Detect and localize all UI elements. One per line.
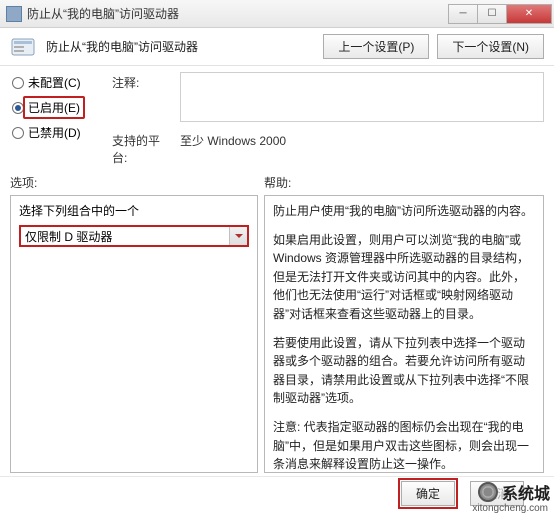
- config-area: 未配置(C) 已启用(E) 已禁用(D) 注释: 支持的平台: 至少 Windo…: [0, 68, 554, 166]
- help-paragraph: 注意: 代表指定驱动器的图标仍会出现在“我的电脑”中，但是如果用户双击这些图标，…: [273, 418, 535, 473]
- next-setting-button[interactable]: 下一个设置(N): [437, 34, 544, 59]
- state-radio-group: 未配置(C) 已启用(E) 已禁用(D): [12, 72, 102, 166]
- minimize-button[interactable]: ─: [448, 4, 478, 24]
- comment-textarea[interactable]: [180, 72, 544, 122]
- options-panel: 选择下列组合中的一个 仅限制 D 驱动器: [10, 195, 258, 473]
- footer: 确定 取消 应用(A): [0, 476, 554, 510]
- radio-disabled[interactable]: 已禁用(D): [12, 124, 102, 141]
- panel-headers: 选项: 帮助:: [0, 166, 554, 193]
- help-paragraph: 若要使用此设置，请从下拉列表中选择一个驱动器或多个驱动器的组合。若要允许访问所有…: [273, 334, 535, 408]
- header-row: 防止从“我的电脑”访问驱动器 上一个设置(P) 下一个设置(N): [0, 28, 554, 63]
- window-icon: [6, 6, 22, 22]
- maximize-button[interactable]: ☐: [477, 4, 507, 24]
- ok-button[interactable]: 确定: [401, 481, 455, 506]
- options-header: 选项:: [10, 174, 264, 191]
- prev-setting-button[interactable]: 上一个设置(P): [323, 34, 429, 59]
- divider: [0, 65, 554, 66]
- policy-icon: [10, 35, 38, 59]
- radio-label: 未配置(C): [28, 74, 81, 91]
- select-label: 选择下列组合中的一个: [19, 202, 249, 219]
- radio-icon: [12, 127, 24, 139]
- policy-title: 防止从“我的电脑”访问驱动器: [46, 38, 315, 55]
- radio-label: 已禁用(D): [28, 124, 81, 141]
- title-bar: 防止从“我的电脑”访问驱动器 ─ ☐ ✕: [0, 0, 554, 28]
- radio-enabled[interactable]: 已启用(E): [12, 99, 102, 116]
- platform-label: 支持的平台:: [112, 130, 172, 166]
- help-paragraph: 如果启用此设置，则用户可以浏览“我的电脑”或 Windows 资源管理器中所选驱…: [273, 231, 535, 324]
- help-paragraph: 防止用户使用“我的电脑”访问所选驱动器的内容。: [273, 202, 535, 221]
- radio-label: 已启用(E): [28, 99, 80, 116]
- radio-unconfigured[interactable]: 未配置(C): [12, 74, 102, 91]
- close-button[interactable]: ✕: [506, 4, 552, 24]
- comment-label: 注释:: [112, 72, 172, 122]
- help-panel: 防止用户使用“我的电脑”访问所选驱动器的内容。 如果启用此设置，则用户可以浏览“…: [264, 195, 544, 473]
- platform-value: 至少 Windows 2000: [180, 130, 544, 166]
- ok-highlight: 确定: [398, 478, 458, 509]
- window-controls: ─ ☐ ✕: [449, 4, 552, 24]
- window-title: 防止从“我的电脑”访问驱动器: [27, 5, 449, 22]
- panels: 选择下列组合中的一个 仅限制 D 驱动器 防止用户使用“我的电脑”访问所选驱动器…: [0, 193, 554, 473]
- fields-area: 注释: 支持的平台: 至少 Windows 2000: [112, 72, 544, 166]
- cancel-button[interactable]: 取消: [470, 481, 524, 506]
- radio-icon: [12, 77, 24, 89]
- drive-combo[interactable]: 仅限制 D 驱动器: [19, 225, 249, 247]
- help-header: 帮助:: [264, 174, 291, 191]
- combo-value: 仅限制 D 驱动器: [25, 228, 112, 245]
- chevron-down-icon: [229, 227, 247, 245]
